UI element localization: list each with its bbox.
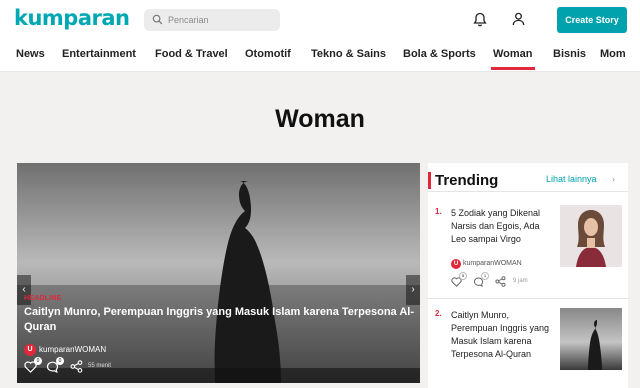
headline-source[interactable]: UkumparanWOMAN bbox=[24, 341, 107, 356]
share-icon[interactable] bbox=[70, 360, 83, 373]
trending-rank: 1. bbox=[435, 207, 442, 216]
trending-title: Trending bbox=[435, 172, 499, 189]
divider bbox=[428, 298, 628, 299]
trending-accent-bar bbox=[428, 172, 431, 189]
nav-item-news[interactable]: News bbox=[16, 48, 45, 60]
trending-rank: 2. bbox=[435, 309, 442, 318]
source-name: kumparanWOMAN bbox=[39, 345, 107, 355]
trending-item-thumbnail[interactable] bbox=[560, 205, 622, 267]
silhouette-image bbox=[560, 308, 622, 370]
bell-icon[interactable] bbox=[473, 12, 487, 27]
like-count: 5 bbox=[459, 272, 467, 280]
create-story-button[interactable]: Create Story bbox=[557, 7, 627, 33]
trending-item-title[interactable]: 5 Zodiak yang Dikenal Narsis dan Egois, … bbox=[451, 207, 557, 246]
headline-tag: HEADLINE bbox=[24, 295, 62, 302]
nav-item-tekno-sains[interactable]: Tekno & Sains bbox=[311, 48, 386, 60]
comment-count: 0 bbox=[56, 357, 64, 365]
source-badge: U bbox=[451, 258, 461, 269]
see-more-link[interactable]: Lihat lainnya bbox=[546, 174, 597, 184]
chevron-right-icon[interactable]: › bbox=[612, 174, 615, 184]
user-icon[interactable] bbox=[512, 12, 525, 26]
trending-item-source[interactable]: UkumparanWOMAN bbox=[451, 255, 522, 269]
nav-item-food-travel[interactable]: Food & Travel bbox=[155, 48, 228, 60]
publish-time: 9 jam bbox=[513, 278, 528, 284]
headline-title[interactable]: Caitlyn Munro, Perempuan Inggris yang Ma… bbox=[24, 305, 414, 335]
search-box[interactable] bbox=[144, 9, 280, 31]
divider bbox=[428, 191, 628, 192]
search-icon bbox=[152, 14, 163, 25]
publish-time: 55 menit bbox=[88, 363, 112, 369]
nav-item-otomotif[interactable]: Otomotif bbox=[245, 48, 291, 60]
source-name: kumparanWOMAN bbox=[463, 260, 522, 268]
comment-count: 1 bbox=[481, 272, 489, 280]
nav-item-woman[interactable]: Woman bbox=[491, 48, 535, 70]
trending-item-thumbnail[interactable] bbox=[560, 308, 622, 370]
share-icon[interactable] bbox=[495, 276, 506, 287]
source-badge: U bbox=[24, 343, 36, 356]
next-slide-button[interactable]: › bbox=[406, 275, 420, 305]
kumparan-logo[interactable]: kumparan bbox=[14, 6, 130, 30]
trending-panel: Trending Lihat lainnya › 1. 5 Zodiak yan… bbox=[428, 163, 628, 388]
nav-item-bisnis[interactable]: Bisnis bbox=[553, 48, 586, 60]
category-nav: News Entertainment Food & Travel Otomoti… bbox=[0, 40, 640, 72]
nav-item-entertainment[interactable]: Entertainment bbox=[62, 48, 136, 60]
headline-card[interactable]: ‹ › HEADLINE Caitlyn Munro, Perempuan In… bbox=[17, 163, 420, 383]
search-input[interactable] bbox=[168, 12, 273, 28]
top-bar: kumparan Create Story bbox=[0, 0, 640, 40]
trending-item-title[interactable]: Caitlyn Munro, Perempuan Inggris yang Ma… bbox=[451, 309, 557, 361]
portrait-image bbox=[560, 205, 622, 267]
like-count: 0 bbox=[34, 357, 42, 365]
nav-item-bola-sports[interactable]: Bola & Sports bbox=[403, 48, 476, 60]
nav-item-mom[interactable]: Mom bbox=[600, 48, 626, 60]
page-title: Woman bbox=[275, 105, 365, 133]
